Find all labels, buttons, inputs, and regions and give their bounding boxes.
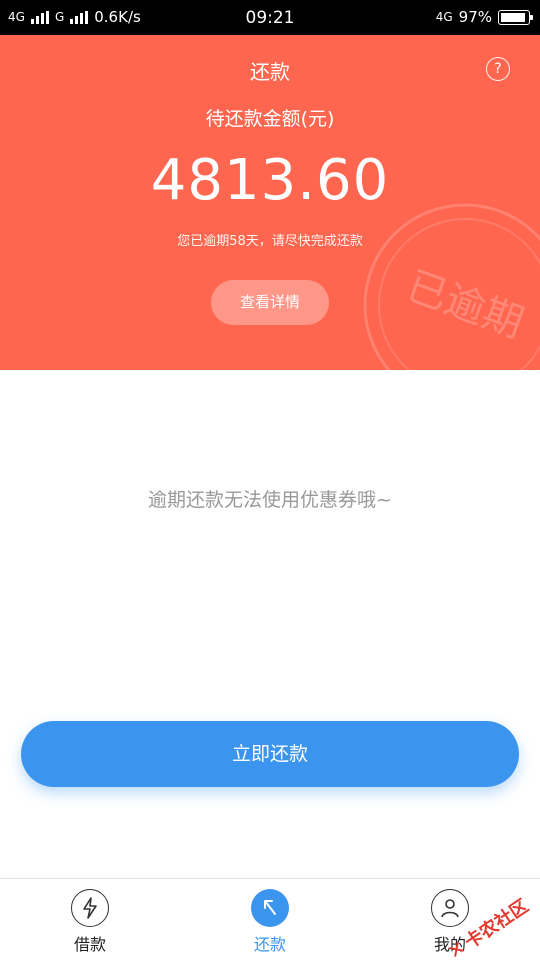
coupon-unavailable-message: 逾期还款无法使用优惠券哦~ — [148, 489, 392, 511]
battery-percent: 97% — [458, 8, 492, 26]
status-right: 4G 97% — [435, 8, 533, 26]
lightning-icon — [71, 889, 109, 927]
return-arrow-icon — [251, 889, 289, 927]
stamp-text: 已逾期 — [401, 263, 529, 347]
battery-fill — [501, 12, 526, 22]
help-icon[interactable]: ? — [486, 57, 510, 81]
page-title: 还款 — [250, 60, 290, 84]
tab-repay[interactable]: 还款 — [225, 889, 315, 955]
user-icon — [431, 889, 469, 927]
repayment-header: 已逾期 还款 ? 待还款金额(元) 4813.60 您已逾期58天，请尽快完成还… — [0, 35, 540, 370]
overdue-notice: 您已逾期58天，请尽快完成还款 — [177, 234, 363, 249]
overdue-stamp-icon: 已逾期 — [363, 203, 540, 370]
amount-label: 待还款金额(元) — [205, 108, 335, 130]
battery-icon — [498, 9, 533, 25]
tab-label: 还款 — [253, 935, 286, 954]
due-amount: 4813.60 — [150, 148, 390, 213]
network-type-3: 4G — [435, 10, 453, 24]
tab-borrow[interactable]: 借款 — [45, 889, 135, 955]
status-bar: 4G G 0.6K/s 09:21 4G 97% — [0, 0, 540, 35]
tab-label: 借款 — [73, 935, 106, 954]
view-details-button[interactable]: 查看详情 — [211, 280, 329, 325]
repay-now-button[interactable]: 立即还款 — [21, 721, 519, 787]
